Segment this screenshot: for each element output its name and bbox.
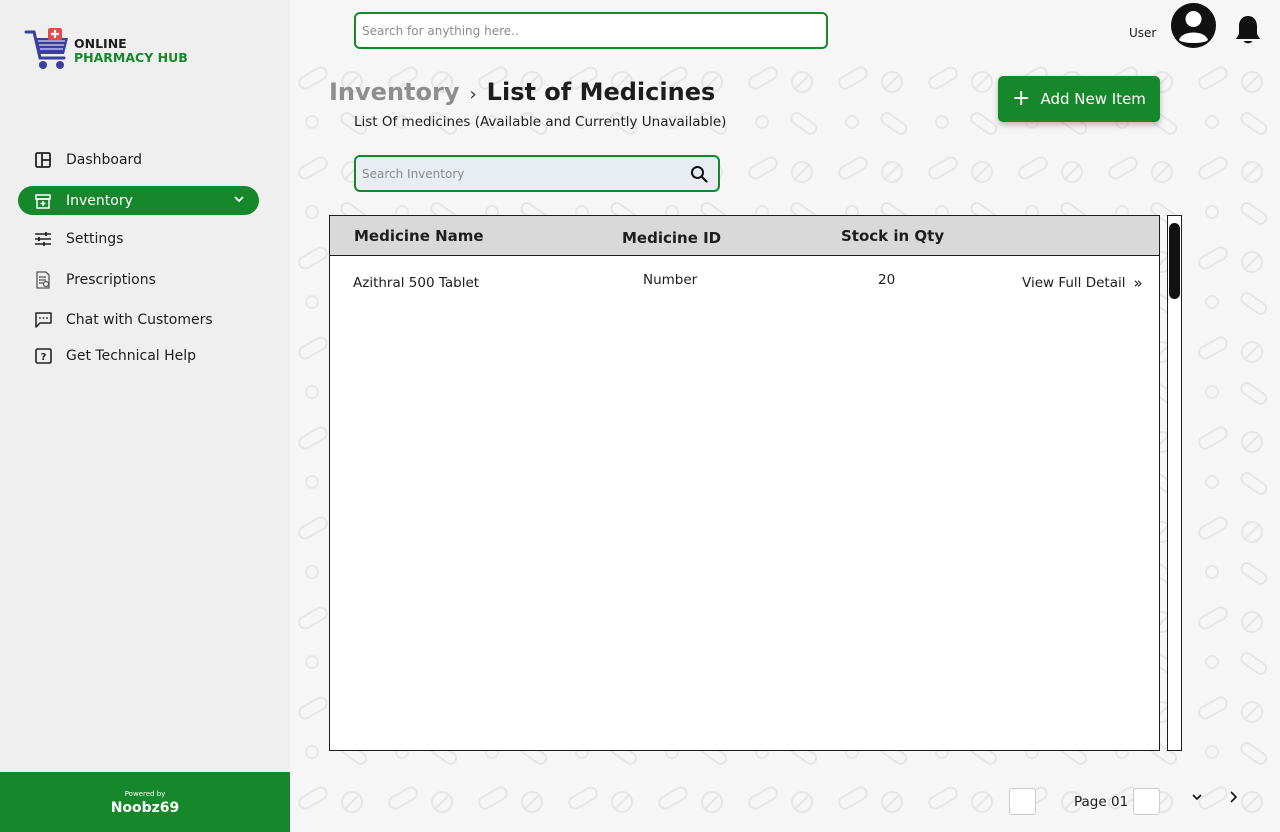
powered-by-name: Noobz69: [110, 800, 180, 816]
column-header-stock: Stock in Qty: [841, 227, 945, 245]
logo-line-2: PHARMACY HUB: [74, 50, 188, 65]
sidebar-item-label: Chat with Customers: [66, 311, 213, 328]
sidebar-item-inventory[interactable]: Inventory: [18, 186, 259, 215]
notification-bell-icon[interactable]: [1234, 14, 1262, 46]
page-prev-box[interactable]: [1009, 788, 1036, 815]
powered-by-footer: Powered by Noobz69: [0, 772, 290, 832]
cell-medicine-name: Azithral 500 Tablet: [353, 275, 480, 291]
breadcrumb: Inventory › List of Medicines: [329, 78, 715, 106]
prescription-icon: [34, 270, 52, 289]
global-search-input[interactable]: [356, 14, 826, 47]
page-title: List of Medicines: [486, 78, 716, 106]
dashboard-icon: [34, 151, 52, 169]
double-chevron-right-icon: »: [1133, 274, 1143, 292]
logo[interactable]: ONLINE PHARMACY HUB: [24, 26, 188, 76]
page-subtitle: List Of medicines (Available and Current…: [354, 114, 727, 130]
sidebar-item-chat[interactable]: Chat with Customers: [18, 305, 259, 334]
page-number-box[interactable]: [1133, 788, 1160, 815]
column-header-medicine-name: Medicine Name: [354, 227, 484, 245]
svg-text:?: ?: [40, 352, 46, 363]
table-header: Medicine Name Medicine ID Stock in Qty: [330, 216, 1159, 256]
sidebar-item-help[interactable]: ? Get Technical Help: [18, 341, 259, 370]
breadcrumb-separator-icon: ›: [469, 83, 477, 105]
chat-icon: [34, 311, 52, 329]
chevron-down-icon[interactable]: [233, 193, 245, 209]
view-full-detail-label: View Full Detail: [1022, 275, 1126, 291]
cell-medicine-id: Number: [643, 272, 698, 288]
sidebar: ONLINE PHARMACY HUB Dashboard Inventory …: [0, 0, 290, 832]
add-new-item-button[interactable]: + Add New Item: [998, 76, 1160, 122]
sidebar-item-label: Prescriptions: [66, 271, 156, 288]
column-header-medicine-id: Medicine ID: [622, 229, 722, 247]
help-icon: ?: [34, 347, 52, 365]
inventory-icon: [34, 192, 52, 210]
sidebar-item-dashboard[interactable]: Dashboard: [18, 145, 259, 174]
user-avatar-icon[interactable]: [1170, 2, 1217, 49]
main-content: User Inventory › List of Medicines List …: [290, 0, 1280, 832]
sidebar-item-label: Settings: [66, 230, 124, 247]
global-search[interactable]: [354, 12, 828, 49]
table-scrollbar[interactable]: [1167, 215, 1182, 751]
add-new-item-label: Add New Item: [1040, 90, 1146, 108]
sliders-icon: [34, 230, 52, 248]
inventory-search-input[interactable]: [356, 157, 676, 190]
sidebar-item-label: Get Technical Help: [66, 347, 197, 364]
medicines-table: Medicine Name Medicine ID Stock in Qty A…: [329, 215, 1160, 751]
sidebar-item-label: Inventory: [66, 192, 133, 209]
sidebar-item-label: Dashboard: [66, 151, 142, 168]
sidebar-item-prescriptions[interactable]: Prescriptions: [18, 265, 259, 294]
shopping-cart-logo-icon: [24, 28, 68, 69]
user-label: User: [1129, 26, 1157, 40]
plus-icon: +: [1012, 86, 1031, 111]
powered-by-label: Powered by: [124, 790, 166, 798]
page-label: Page 01: [1074, 794, 1129, 810]
cell-stock-qty: 20: [878, 272, 896, 288]
scrollbar-thumb[interactable]: [1169, 223, 1180, 299]
search-icon[interactable]: [690, 165, 708, 183]
inventory-search[interactable]: [354, 155, 720, 192]
chevron-right-icon[interactable]: [1227, 789, 1239, 808]
breadcrumb-parent[interactable]: Inventory: [329, 78, 459, 106]
chevron-down-icon[interactable]: [1191, 791, 1203, 806]
sidebar-item-settings[interactable]: Settings: [18, 224, 259, 253]
logo-line-1: ONLINE: [74, 36, 127, 51]
view-full-detail-link[interactable]: View Full Detail »: [1022, 274, 1143, 292]
